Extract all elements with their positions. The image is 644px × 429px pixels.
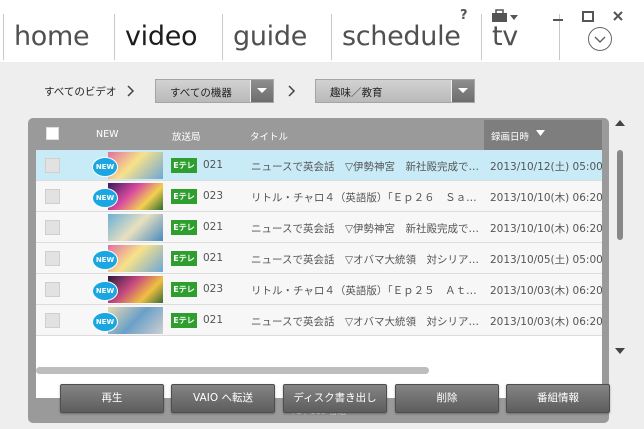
content-area: すべてのビデオ すべての機器 趣味／教育 NEW 放送局 タイトル 録画日時 N… [0,62,644,429]
transfer-to-vaio-button[interactable]: VAIO へ転送 [171,384,275,413]
channel-number: 023 [203,283,224,295]
recordings-table: NEW 放送局 タイトル 録画日時 NEW Eテレ 021 ニュースで英会話 ▽… [28,118,609,423]
device-dropdown-label: すべての機器 [170,87,232,99]
table-row[interactable]: NEW Eテレ 023 リトル・チャロ４（英語版）「Ｅｐ２５ Ａｔ… 2013/… [36,274,602,305]
program-title: リトル・チャロ４（英語版）「Ｅｐ２５ Ａｔ… [251,285,477,297]
tab-video[interactable]: video [114,14,198,60]
options-button[interactable] [588,27,612,51]
chevron-down-icon [594,36,606,44]
dropdown-arrow-icon [250,80,273,102]
channel-logo: Eテレ [171,158,197,173]
device-dropdown[interactable]: すべての機器 [155,79,274,103]
recorded-date: 2013/10/10(木) 06:20 [490,223,602,235]
channel-number: 021 [203,221,224,233]
channel-logo: Eテレ [171,313,197,328]
chevron-right-icon [127,85,135,97]
recorded-date: 2013/10/03(木) 06:20 [490,285,602,297]
new-badge: NEW [92,250,118,270]
select-all-checkbox[interactable] [46,127,59,140]
channel-number: 021 [203,159,224,171]
chevron-right-icon [288,85,296,97]
table-row[interactable]: NEW Eテレ 021 ニュースで英会話 ▽伊勢神宮 新社殿完成で… 2013/… [36,150,602,181]
row-checkbox[interactable] [45,189,60,204]
play-button[interactable]: 再生 [60,384,164,413]
row-checkbox[interactable] [45,158,60,173]
new-badge: NEW [92,157,118,177]
table-row[interactable]: NEW Eテレ 021 ニュースで英会話 ▽オバマ大統領 対シリア… 2013/… [36,243,602,274]
tab-guide[interactable]: guide [222,14,307,60]
horizontal-scrollbar-thumb[interactable] [36,367,429,374]
genre-dropdown-label: 趣味／教育 [330,87,383,99]
vertical-scrollbar-thumb[interactable] [617,150,623,240]
table-row[interactable]: Eテレ 021 ニュースで英会話 ▽伊勢神宮 新社殿完成で… 2013/10/1… [36,212,602,243]
recorded-date: 2013/10/05(土) 05:00 [490,254,602,266]
program-title: ニュースで英会話 ▽オバマ大統領 対シリア… [251,316,480,328]
table-body: NEW Eテレ 021 ニュースで英会話 ▽伊勢神宮 新社殿完成で… 2013/… [36,150,602,398]
row-checkbox[interactable] [45,220,60,235]
channel-number: 021 [203,252,224,264]
table-header: NEW 放送局 タイトル 録画日時 [36,120,602,150]
delete-button[interactable]: 削除 [395,384,499,413]
program-title: リトル・チャロ４（英語版）「Ｅｐ２６ Ｓａ… [251,192,477,204]
channel-logo: Eテレ [171,220,197,235]
row-checkbox[interactable] [45,251,60,266]
close-icon[interactable] [611,8,629,24]
header-title[interactable]: タイトル [250,129,288,143]
genre-dropdown[interactable]: 趣味／教育 [315,79,475,103]
thumbnail-image [108,214,163,241]
toolbox-icon[interactable] [491,8,518,24]
header-channel[interactable]: 放送局 [172,129,201,143]
recorded-date: 2013/10/12(土) 05:00 [490,161,602,173]
program-title: ニュースで英会話 ▽伊勢神宮 新社殿完成で… [251,223,480,235]
dropdown-arrow-icon [451,80,474,102]
scroll-up-icon[interactable] [613,118,627,128]
breadcrumb-all-videos[interactable]: すべてのビデオ [44,84,116,99]
new-badge: NEW [92,188,118,208]
recorded-date: 2013/10/10(木) 06:20 [490,192,602,204]
header-new[interactable]: NEW [96,129,119,140]
recorded-date: 2013/10/03(木) 06:20 [490,316,602,328]
row-checkbox[interactable] [45,282,60,297]
help-icon[interactable]: ? [460,8,478,24]
new-badge: NEW [92,312,118,332]
disc-export-button[interactable]: ディスク書き出し [283,384,387,413]
program-title: ニュースで英会話 ▽オバマ大統領 対シリア… [251,254,480,266]
tab-schedule[interactable]: schedule [331,14,461,60]
new-badge: NEW [92,281,118,301]
top-navigation: home video guide schedule tv ? [0,0,644,62]
tab-home[interactable]: home [3,14,90,60]
table-row[interactable]: NEW Eテレ 021 ニュースで英会話 ▽オバマ大統領 対シリア… 2013/… [36,305,602,336]
scroll-down-icon[interactable] [613,346,627,356]
minimize-icon[interactable] [551,8,569,24]
maximize-icon[interactable] [581,8,599,24]
row-checkbox[interactable] [45,313,60,328]
channel-logo: Eテレ [171,282,197,297]
sort-descending-icon [536,130,545,136]
header-recorded[interactable]: 録画日時 [491,129,529,143]
channel-number: 021 [203,314,224,326]
program-info-button[interactable]: 番組情報 [506,384,610,413]
table-row[interactable]: NEW Eテレ 023 リトル・チャロ４（英語版）「Ｅｐ２６ Ｓａ… 2013/… [36,181,602,212]
program-title: ニュースで英会話 ▽伊勢神宮 新社殿完成で… [251,161,480,173]
channel-logo: Eテレ [171,189,197,204]
channel-logo: Eテレ [171,251,197,266]
channel-number: 023 [203,190,224,202]
